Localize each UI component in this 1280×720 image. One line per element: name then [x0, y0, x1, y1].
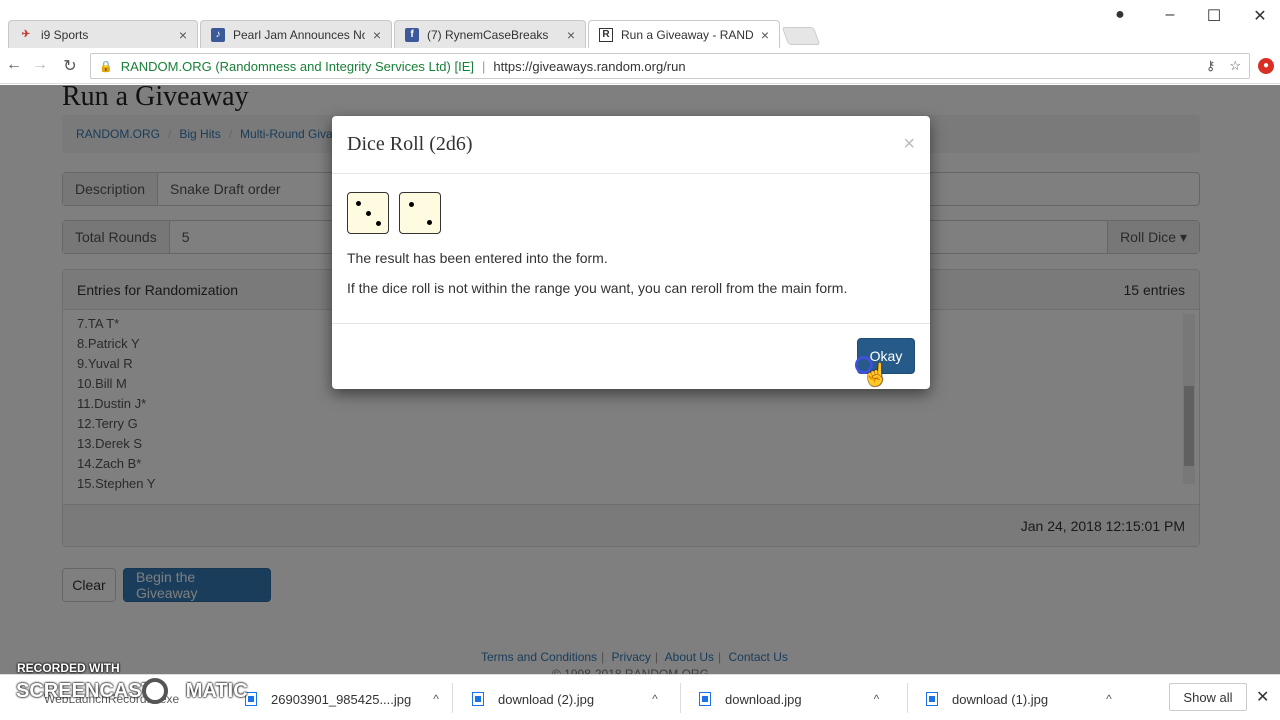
dice-row	[347, 192, 915, 234]
random-org-icon: R	[599, 27, 613, 42]
tab-i9-sports[interactable]: ✈ i9 Sports ×	[8, 20, 198, 48]
facebook-icon: f	[405, 27, 419, 42]
tab-pearl-jam[interactable]: ♪ Pearl Jam Announces No ×	[200, 20, 392, 48]
chevron-up-icon[interactable]: ^	[652, 692, 658, 706]
download-item[interactable]: download (1).jpg ^	[926, 685, 1112, 713]
extension-icon[interactable]: ●	[1258, 58, 1274, 74]
close-icon[interactable]: ×	[761, 27, 769, 43]
download-filename: download (2).jpg	[498, 691, 595, 707]
url-text: https://giveaways.random.org/run	[493, 58, 686, 74]
forward-icon[interactable]: →	[30, 56, 50, 74]
chevron-up-icon[interactable]: ^	[433, 692, 439, 706]
chevron-up-icon[interactable]: ^	[1106, 692, 1112, 706]
image-file-icon	[699, 692, 711, 706]
music-note-icon: ♪	[211, 27, 225, 42]
profile-icon[interactable]: ●	[1110, 6, 1130, 24]
address-bar: ← → ↻ 🔒 RANDOM.ORG (Randomness and Integ…	[0, 48, 1280, 84]
pointer-cursor-icon: ☝	[862, 362, 890, 387]
i9-logo-icon: ✈	[21, 29, 31, 40]
image-file-icon	[472, 692, 484, 706]
reload-icon[interactable]: ↻	[60, 56, 80, 76]
show-all-button[interactable]: Show all	[1169, 683, 1247, 711]
modal-title: Dice Roll (2d6)	[347, 133, 473, 155]
tab-random-org[interactable]: R Run a Giveaway - RAND ×	[588, 20, 780, 48]
download-item[interactable]: download.jpg ^	[699, 685, 879, 713]
watermark-recorded: RECORDED WITH	[17, 661, 120, 675]
url-field[interactable]: 🔒 RANDOM.ORG (Randomness and Integrity S…	[90, 53, 1250, 79]
lock-icon: 🔒	[99, 60, 113, 73]
modal-header: Dice Roll (2d6) ×	[332, 116, 930, 174]
new-tab-button[interactable]	[781, 27, 821, 45]
back-icon[interactable]: ←	[4, 56, 24, 74]
close-icon[interactable]: ×	[567, 27, 575, 43]
tab-title: (7) RynemCaseBreaks	[427, 27, 549, 42]
close-icon[interactable]: ×	[179, 27, 187, 43]
chevron-up-icon[interactable]: ^	[874, 692, 880, 706]
tab-title: Pearl Jam Announces No	[233, 27, 365, 42]
minimize-icon[interactable]: –	[1160, 6, 1180, 24]
die-two-icon	[399, 192, 441, 234]
watermark-logo: SCREENCAST MATIC	[16, 680, 248, 703]
image-file-icon	[926, 692, 938, 706]
download-item[interactable]: download (2).jpg ^	[472, 685, 658, 713]
watermark-text: SCREENCAST	[16, 680, 154, 702]
site-identity: RANDOM.ORG (Randomness and Integrity Ser…	[120, 58, 474, 74]
tab-title: i9 Sports	[41, 27, 89, 42]
modal-message: If the dice roll is not within the range…	[347, 280, 848, 296]
download-filename: download.jpg	[725, 691, 802, 707]
modal-body: The result has been entered into the for…	[332, 174, 930, 324]
close-window-icon[interactable]: ✕	[1250, 6, 1270, 26]
close-icon[interactable]: ×	[903, 133, 915, 156]
close-icon[interactable]: ×	[373, 27, 381, 43]
download-item[interactable]: 26903901_985425....jpg ^	[245, 685, 439, 713]
watermark-text-suffix: MATIC	[185, 680, 248, 702]
tab-title: Run a Giveaway - RAND	[621, 27, 753, 42]
url-separator: |	[482, 58, 486, 74]
browser-tabstrip: ✈ i9 Sports × ♪ Pearl Jam Announces No ×…	[0, 0, 1280, 48]
close-icon[interactable]: ✕	[1256, 687, 1269, 707]
download-filename: download (1).jpg	[952, 691, 1049, 707]
download-filename: 26903901_985425....jpg	[271, 691, 412, 707]
die-three-icon	[347, 192, 389, 234]
dice-roll-modal: Dice Roll (2d6) × The result has been en…	[332, 116, 930, 389]
tab-facebook[interactable]: f (7) RynemCaseBreaks ×	[394, 20, 586, 48]
bookmark-star-icon[interactable]: ☆	[1229, 58, 1241, 74]
screencast-logo-icon	[142, 678, 168, 704]
maximize-icon[interactable]: ☐	[1204, 6, 1224, 26]
modal-message: The result has been entered into the for…	[347, 250, 608, 266]
key-icon[interactable]: ⚷	[1206, 58, 1216, 74]
